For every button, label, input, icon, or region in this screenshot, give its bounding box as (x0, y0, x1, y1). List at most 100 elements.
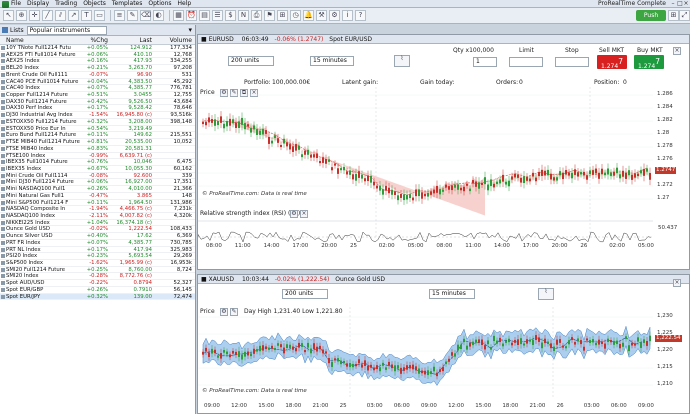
color-icon[interactable]: ◐ (153, 10, 164, 21)
info-icon[interactable]: i (342, 10, 353, 21)
arrow-tool-icon[interactable]: ↗ (68, 10, 79, 21)
list-item[interactable]: S&P500 Index -1.62% 1,965.99 (c) 16,953k (0, 260, 195, 267)
list-item[interactable]: CAC40 PCE Full1014 Future +0.04% 4,383.50 4… (0, 79, 195, 86)
help-icon[interactable]: ? (355, 10, 366, 21)
list-item[interactable]: IBEX35 Full1014 Future +0.76% 10,046 6,475 (0, 159, 195, 166)
list-item[interactable]: Copper Full1214 Future +0.51% 3.0455 12,755 (0, 92, 195, 99)
list-item[interactable]: NIKKEI225 Index +1.04% 16,374.18 (c) (0, 220, 195, 227)
list-item[interactable]: NASDAQ Composite In -1.94% 4,466.75 (c) 7,2… (0, 206, 195, 213)
tools-icon[interactable]: ⚒ (316, 10, 327, 21)
chart-close-icon[interactable]: × (673, 47, 681, 55)
list-item[interactable]: BEL20 Index +0.21% 3,263.70 97,208 (0, 65, 195, 72)
list-item[interactable]: DAX30 Full1214 Future +0.42% 9,526.50 43,68… (0, 99, 195, 106)
list-item[interactable]: Spot AUD/USD -0.22% 0.8794 52,327 (0, 280, 195, 287)
fibonacci-icon[interactable]: ≡ (114, 10, 125, 21)
list-item[interactable]: Ounce Gold USD -0.02% 1,222.54 108,433 (0, 226, 195, 234)
bell-icon[interactable]: 🔔 (303, 10, 314, 21)
rsi-settings-icon[interactable]: ⚙ (290, 210, 298, 218)
sell-market-button[interactable]: 1.2747 (597, 55, 627, 70)
eurusd-chart-canvas[interactable] (198, 87, 653, 259)
line-tool-icon[interactable]: ╱ (42, 10, 53, 21)
list-item[interactable]: ESTOXX50 Price Eur In +0.54% 3,219.49 (0, 126, 195, 133)
list-item[interactable]: FTSE100 Index -0.99% 6,639.71 (c) (0, 153, 195, 160)
list-item[interactable]: PSI20 Index +0.23% 5,693.54 29,269 (0, 253, 195, 260)
interval-select[interactable]: 15 minutes (310, 56, 354, 66)
list-item[interactable]: PRT NL Index +0.17% 417.94 325,983 (0, 247, 195, 254)
list-item[interactable]: Spot EUR/GBP +0.26% 0.7910 56,145 (0, 287, 195, 294)
alert-icon[interactable]: ⏰ (186, 10, 197, 21)
col-name[interactable]: Name (6, 36, 80, 44)
minimize-icon[interactable]: – (670, 1, 676, 7)
list-item[interactable]: DAX30 Perf Index +0.17% 9,528.42 78,646 (0, 105, 195, 113)
list-item[interactable]: Mini NASDAQ100 Full1 +0.26% 4,010.00 21,366 (0, 186, 195, 193)
pencil-icon[interactable]: ✎ (127, 10, 138, 21)
list-item[interactable]: DJ30 Industrial Avg Index -1.54% 16,945.80… (0, 112, 195, 119)
menu-options[interactable]: Options (148, 0, 171, 8)
col-volume[interactable]: Volume (154, 36, 194, 44)
clock-icon[interactable]: ◷ (290, 10, 301, 21)
qty-input[interactable]: 1 (473, 57, 497, 67)
text-tool-icon[interactable]: T (81, 10, 92, 21)
list-item[interactable]: Mini Natural Gas Full1 -0.47% 3.865 148 (0, 193, 195, 200)
cursor-icon[interactable]: ↖ (3, 10, 14, 21)
list-item[interactable]: PRT FR Index +0.07% 4,385.77 730,785 (0, 240, 195, 247)
push-button[interactable]: Push (636, 10, 666, 21)
list-item[interactable]: 10Y TNote Full1214 Futu +0.05% 124.912 177,… (0, 45, 195, 52)
expand-icon[interactable]: ⤢ (679, 10, 690, 21)
crosshair-icon[interactable]: ✛ (29, 10, 40, 21)
stop-input[interactable] (555, 57, 589, 67)
limit-input[interactable] (509, 57, 543, 67)
list-item[interactable]: Brent Crude Oil Full111 -0.07% 96.90 531 (0, 72, 195, 79)
units-select[interactable]: 200 units (228, 56, 274, 66)
portfolio-icon[interactable]: $ (225, 10, 236, 21)
eraser-icon[interactable]: ⌫ (140, 10, 151, 21)
col-last[interactable]: Last (110, 36, 154, 44)
list-item[interactable]: AEX25 Index +0.16% 417.93 334,255 (0, 58, 195, 66)
layout-icon[interactable]: ⊞ (277, 10, 288, 21)
screener-icon[interactable]: ▦ (173, 10, 184, 21)
menu-display[interactable]: Display (27, 0, 49, 8)
indicator-icon[interactable]: ⌇ (538, 288, 554, 300)
chart-close-icon[interactable]: × (673, 279, 681, 287)
list-item[interactable]: SMI20 Index -0.28% 8,772.76 (c) (0, 273, 195, 281)
list-item[interactable]: Mini Crude Oil Full1114 -0.08% 92.600 339 (0, 173, 195, 180)
menu-templates[interactable]: Templates (112, 0, 143, 8)
list-select[interactable]: Popular instruments (26, 25, 107, 35)
list-item[interactable]: SMI20 Full1214 Future +0.25% 8,760.00 8,724 (0, 267, 195, 274)
list-item[interactable]: FTSE MIB40 Full1214 Future +0.81% 20,535.0… (0, 139, 195, 146)
list-icon[interactable]: ☰ (212, 10, 223, 21)
col-pct[interactable]: %Chg (80, 36, 110, 44)
list-item[interactable]: CAC40 Index +0.07% 4,385.77 776,781 (0, 85, 195, 93)
rsi-close-icon[interactable]: × (300, 210, 308, 218)
zoom-icon[interactable]: ⊕ (16, 10, 27, 21)
list-item[interactable]: Spot EUR/JPY +0.32% 139.00 72,474 (0, 293, 195, 301)
interval-select[interactable]: 15 minutes (429, 289, 475, 299)
indicator-icon[interactable]: ⌇ (394, 55, 410, 67)
buy-market-button[interactable]: 1.2747 (634, 55, 664, 70)
menu-objects[interactable]: Objects (83, 0, 106, 8)
units-select[interactable]: 200 units (282, 289, 328, 299)
menu-file[interactable]: File (11, 0, 21, 8)
settings-icon[interactable]: ⚙ (329, 10, 340, 21)
menu-help[interactable]: Help (178, 0, 192, 8)
close-icon[interactable]: × (683, 1, 689, 7)
list-item[interactable]: Mini S&P500 Full1214 F +0.11% 1,964.50 131,… (0, 200, 195, 207)
list-item[interactable]: Mini DJ30 Full1214 Future +0.06% 16,927.00… (0, 179, 195, 187)
rectangle-tool-icon[interactable]: ▭ (94, 10, 105, 21)
list-item[interactable]: IBEX35 Index +0.67% 10,055.30 60,162 (0, 166, 195, 173)
list-item[interactable]: NASDAQ100 Index -2.11% 4,007.82 (c) 4,320k (0, 213, 195, 220)
news-icon[interactable]: N (238, 10, 249, 21)
print-icon[interactable]: ⎙ (251, 10, 262, 21)
list-item[interactable]: AEX25 FTI Full1014 Future +0.06% 410.10 12,… (0, 52, 195, 59)
flag-icon[interactable]: ⚑ (264, 10, 275, 21)
grid-layout-icon[interactable]: ⊞ (668, 10, 679, 21)
gold-chart-canvas[interactable] (198, 307, 653, 401)
list-item[interactable]: Ounce Silver USD +0.40% 17.62 6,369 (0, 233, 195, 240)
list-item[interactable]: ESTOXX50 Full1214 Future +0.32% 3,208.00 39… (0, 119, 195, 126)
new-chart-icon[interactable]: ▤ (199, 10, 210, 21)
lists-tab[interactable]: Lists (10, 27, 24, 34)
list-options-icon[interactable]: ▾ (188, 26, 192, 34)
list-item[interactable]: Euro Bund Full1214 Future +0.11% 149.62 215… (0, 132, 195, 140)
channel-tool-icon[interactable]: ⫽ (55, 10, 66, 21)
menu-trading[interactable]: Trading (55, 0, 77, 8)
